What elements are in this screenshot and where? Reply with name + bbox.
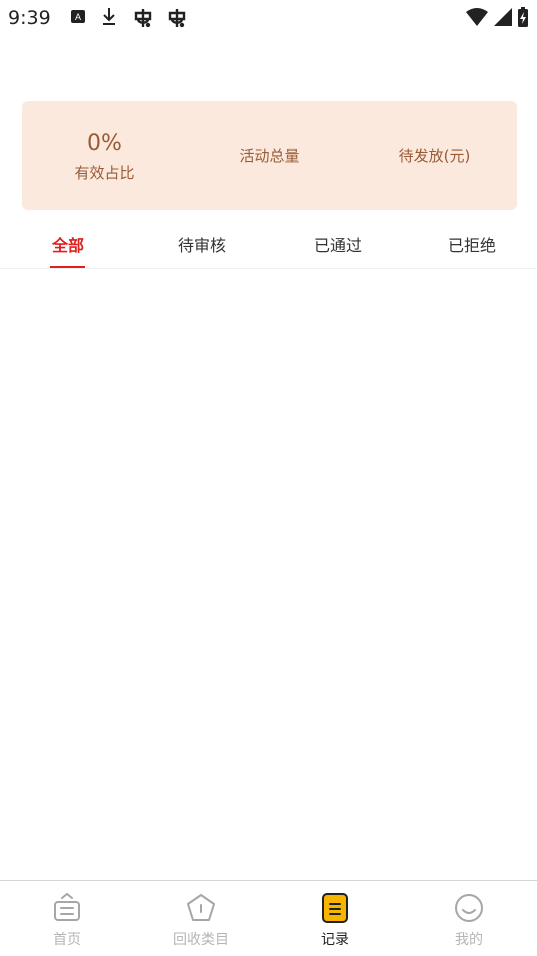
active-tab-indicator <box>50 266 85 268</box>
total-activity-label: 活动总量 <box>239 147 300 165</box>
pending-payout-stat: 待发放(元) <box>352 101 517 210</box>
pending-payout-label: 待发放(元) <box>398 147 471 165</box>
record-list[interactable] <box>0 269 537 881</box>
effective-ratio-stat: 0% 有效占比 <box>22 101 187 210</box>
status-right-icons <box>465 6 529 32</box>
profile-icon <box>454 893 484 923</box>
effective-ratio-value: 0% <box>87 131 122 156</box>
bottom-nav: 首页 回收类目 记录 我的 <box>0 880 537 956</box>
record-icon <box>320 893 350 923</box>
nav-record-label: 记录 <box>321 932 349 948</box>
a-icon: A <box>70 6 86 30</box>
status-bar: 9:39 A <box>0 0 537 38</box>
signal-icon <box>493 7 513 31</box>
bug-icon <box>131 6 155 34</box>
tab-pending[interactable]: 待审核 <box>160 224 244 268</box>
total-activity-stat: 活动总量 <box>187 101 352 210</box>
nav-profile-label: 我的 <box>455 932 483 948</box>
nav-record[interactable]: 记录 <box>268 881 402 956</box>
tab-all[interactable]: 全部 <box>34 224 102 268</box>
home-icon <box>52 892 82 923</box>
nav-home[interactable]: 首页 <box>0 881 134 956</box>
download-icon <box>100 6 118 32</box>
bug-icon <box>165 6 189 34</box>
app-screen: 9:39 A 0% 有效占比 活动总量 待发放(元) 全部 待审核 已通过 已拒… <box>0 0 537 956</box>
svg-text:A: A <box>75 12 81 22</box>
status-time: 9:39 <box>8 7 51 29</box>
category-icon <box>186 893 216 923</box>
tab-rejected[interactable]: 已拒绝 <box>430 224 514 268</box>
nav-home-label: 首页 <box>53 932 81 948</box>
stats-card: 0% 有效占比 活动总量 待发放(元) <box>22 101 517 210</box>
tab-approved[interactable]: 已通过 <box>296 224 380 268</box>
effective-ratio-label: 有效占比 <box>74 164 135 182</box>
nav-category[interactable]: 回收类目 <box>134 881 268 956</box>
battery-charging-icon <box>517 6 529 32</box>
nav-category-label: 回收类目 <box>173 932 229 948</box>
wifi-icon <box>465 7 489 31</box>
filter-tabs: 全部 待审核 已通过 已拒绝 <box>0 224 537 269</box>
nav-profile[interactable]: 我的 <box>402 881 536 956</box>
